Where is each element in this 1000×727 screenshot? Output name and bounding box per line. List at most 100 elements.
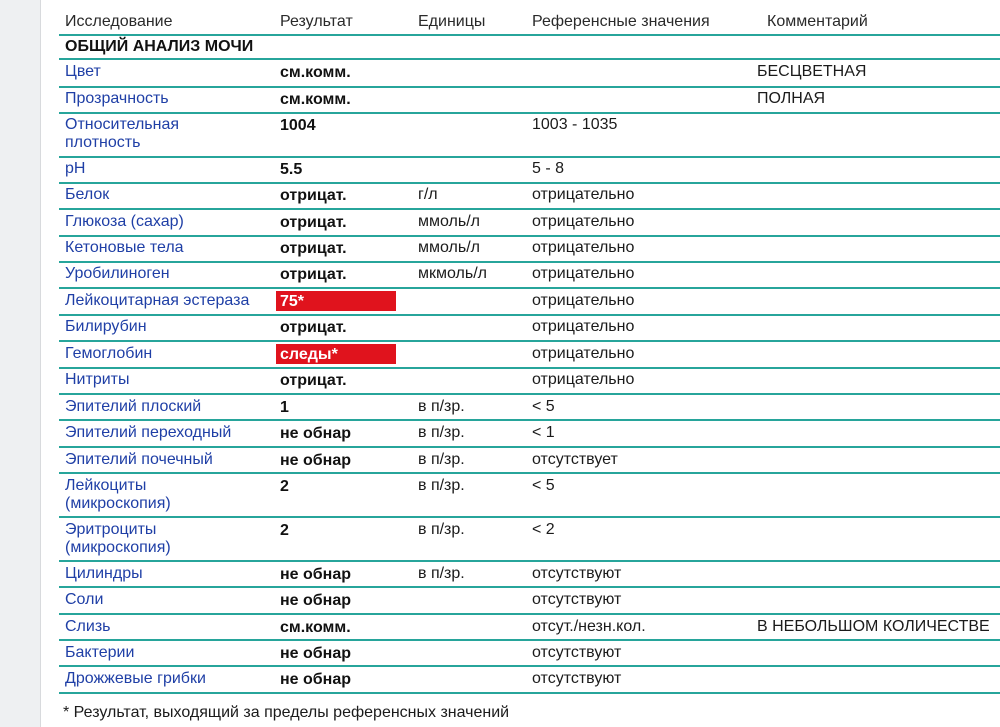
row-rule — [59, 393, 1000, 395]
row-result: отрицат. — [280, 266, 347, 283]
left-margin-strip — [0, 0, 41, 727]
row-reference: отсутствуют — [532, 565, 622, 582]
row-reference: отсутствуют — [532, 644, 622, 661]
row-rule — [59, 86, 1000, 88]
row-reference: < 2 — [532, 521, 555, 538]
row-name: Относительная — [65, 116, 180, 133]
row-name: Эпителий переходный — [65, 424, 232, 441]
header-units: Единицы — [418, 13, 486, 30]
row-reference: отрицательно — [532, 239, 635, 256]
row-comment: В НЕБОЛЬШОМ КОЛИЧЕСТВЕ — [757, 618, 990, 635]
row-reference: отрицательно — [532, 292, 635, 309]
row-units: в п/зр. — [418, 398, 465, 415]
row-reference: отрицательно — [532, 318, 635, 335]
row-rule — [59, 182, 1000, 184]
row-name: Кетоновые тела — [65, 239, 184, 256]
row-reference: < 1 — [532, 424, 555, 441]
row-reference: отсутствуют — [532, 670, 622, 687]
row-result: см.комм. — [280, 91, 351, 108]
row-reference: < 5 — [532, 477, 555, 494]
row-units: в п/зр. — [418, 451, 465, 468]
row-result: отрицат. — [280, 319, 347, 336]
row-comment: ПОЛНАЯ — [757, 90, 826, 107]
row-name: Белок — [65, 186, 110, 203]
row-reference: отрицательно — [532, 186, 635, 203]
row-name: Цвет — [65, 63, 101, 80]
row-units: мкмоль/л — [418, 265, 487, 282]
row-name: Соли — [65, 591, 104, 608]
header-study: Исследование — [65, 13, 173, 30]
row-name: Цилиндры — [65, 565, 143, 582]
row-result: 1004 — [280, 117, 316, 134]
row-result: 2 — [280, 478, 289, 495]
row-name: Прозрачность — [65, 90, 169, 107]
row-name: Уробилиноген — [65, 265, 170, 282]
row-rule — [59, 665, 1000, 667]
row-rule — [59, 516, 1000, 518]
row-reference: 5 - 8 — [532, 160, 565, 177]
row-name: pH — [65, 160, 86, 177]
row-result: см.комм. — [280, 64, 351, 81]
row-result: отрицат. — [280, 187, 347, 204]
row-result-flagged: 75* — [280, 293, 305, 310]
row-name: Слизь — [65, 618, 111, 635]
row-name: Билирубин — [65, 318, 147, 335]
row-rule — [59, 287, 1000, 289]
row-rule — [59, 560, 1000, 562]
row-rule — [59, 367, 1000, 369]
row-reference: отрицательно — [532, 213, 635, 230]
row-reference: отрицательно — [532, 345, 635, 362]
row-result: 1 — [280, 399, 289, 416]
row-result: отрицат. — [280, 240, 347, 257]
row-name: Лейкоцитарная эстераза — [65, 292, 250, 309]
row-name: Эпителий плоский — [65, 398, 202, 415]
row-result: 5.5 — [280, 161, 303, 178]
row-reference: 1003 - 1035 — [532, 116, 618, 133]
row-rule — [59, 208, 1000, 210]
row-rule — [59, 314, 1000, 316]
row-reference: отсутствуют — [532, 591, 622, 608]
row-reference: отрицательно — [532, 265, 635, 282]
row-rule — [59, 58, 1000, 60]
row-rule — [59, 446, 1000, 448]
row-reference: отсут./незн.кол. — [532, 618, 646, 635]
row-result: не обнар — [280, 425, 351, 442]
row-reference: отрицательно — [532, 371, 635, 388]
row-name: Дрожжевые грибки — [65, 670, 206, 687]
row-comment: БЕСЦВЕТНАЯ — [757, 63, 867, 80]
row-reference: < 5 — [532, 398, 555, 415]
row-rule — [59, 419, 1000, 421]
row-rule — [59, 340, 1000, 342]
row-name: Лейкоциты — [65, 477, 147, 494]
row-result: не обнар — [280, 645, 351, 662]
row-rule — [59, 156, 1000, 158]
header-comment: Комментарий — [767, 13, 868, 30]
header-reference: Референсные значения — [532, 13, 710, 30]
row-name: Эпителий почечный — [65, 451, 213, 468]
row-rule — [59, 235, 1000, 237]
row-rule — [59, 112, 1000, 114]
row-name-cont: (микроскопия) — [65, 539, 171, 556]
row-rule — [59, 472, 1000, 474]
footnote: * Результат, выходящий за пределы рефере… — [63, 704, 510, 721]
row-units: в п/зр. — [418, 477, 465, 494]
row-name: Глюкоза (сахар) — [65, 213, 184, 230]
row-units: в п/зр. — [418, 565, 465, 582]
row-result: см.комм. — [280, 619, 351, 636]
row-units: в п/зр. — [418, 424, 465, 441]
row-result-flagged: следы* — [280, 346, 338, 363]
row-result: отрицат. — [280, 372, 347, 389]
row-result: отрицат. — [280, 214, 347, 231]
row-name-cont: (микроскопия) — [65, 495, 171, 512]
section-title: ОБЩИЙ АНАЛИЗ МОЧИ — [65, 38, 254, 55]
row-result: не обнар — [280, 592, 351, 609]
row-result: не обнар — [280, 671, 351, 688]
row-name: Гемоглобин — [65, 345, 153, 362]
row-rule — [59, 586, 1000, 588]
row-units: в п/зр. — [418, 521, 465, 538]
row-units: г/л — [418, 186, 438, 203]
row-name: Бактерии — [65, 644, 135, 661]
header-rule — [59, 34, 1000, 36]
row-name: Нитриты — [65, 371, 130, 388]
row-rule — [59, 261, 1000, 263]
